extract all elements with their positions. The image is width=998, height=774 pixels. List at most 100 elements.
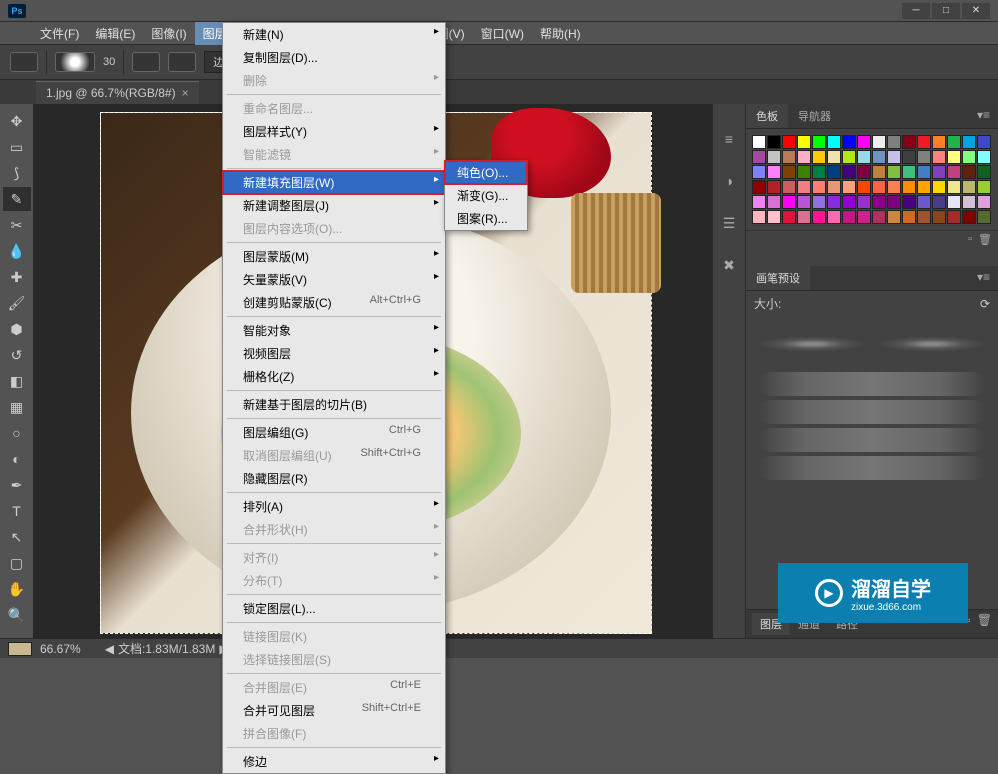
color-swatch[interactable] xyxy=(947,195,961,209)
color-swatch[interactable] xyxy=(947,180,961,194)
color-swatch[interactable] xyxy=(977,195,991,209)
menu-item[interactable]: 图层样式(Y) xyxy=(223,120,445,143)
color-swatch[interactable] xyxy=(767,210,781,224)
minimize-button[interactable]: ─ xyxy=(902,3,930,19)
menu-item[interactable]: 帮助(H) xyxy=(532,22,589,45)
color-swatch[interactable] xyxy=(962,165,976,179)
color-swatch[interactable] xyxy=(782,180,796,194)
submenu-item[interactable]: 渐变(G)... xyxy=(445,184,527,207)
menu-item[interactable]: 图像(I) xyxy=(143,22,194,45)
color-swatch[interactable] xyxy=(977,135,991,149)
color-swatch[interactable] xyxy=(812,210,826,224)
color-swatch[interactable] xyxy=(782,165,796,179)
color-swatch[interactable] xyxy=(842,165,856,179)
color-swatch[interactable] xyxy=(752,135,766,149)
color-swatch[interactable] xyxy=(842,180,856,194)
color-swatch[interactable] xyxy=(962,135,976,149)
color-swatch[interactable] xyxy=(962,150,976,164)
menu-item[interactable]: 修边 xyxy=(223,750,445,773)
menu-item[interactable]: 窗口(W) xyxy=(473,22,532,45)
color-swatch[interactable] xyxy=(887,180,901,194)
color-swatch[interactable] xyxy=(797,195,811,209)
color-swatch[interactable] xyxy=(962,195,976,209)
menu-item[interactable]: 新建基于图层的切片(B) xyxy=(223,393,445,416)
color-swatch[interactable] xyxy=(917,180,931,194)
history-brush-tool[interactable]: ↺ xyxy=(3,343,31,367)
color-swatch[interactable] xyxy=(902,180,916,194)
brush-preview[interactable] xyxy=(878,328,986,360)
menu-item[interactable]: 新建填充图层(W) xyxy=(223,171,445,194)
hand-tool[interactable]: ✋ xyxy=(3,577,31,601)
color-swatch[interactable] xyxy=(842,195,856,209)
zoom-tool[interactable]: 🔍 xyxy=(3,603,31,627)
color-swatch[interactable] xyxy=(932,180,946,194)
color-swatch[interactable] xyxy=(962,210,976,224)
color-swatch[interactable] xyxy=(752,165,766,179)
submenu-item[interactable]: 图案(R)... xyxy=(445,207,527,230)
gradient-tool[interactable]: ▦ xyxy=(3,395,31,419)
color-swatch[interactable] xyxy=(947,150,961,164)
color-swatch[interactable] xyxy=(932,195,946,209)
color-swatch[interactable] xyxy=(767,180,781,194)
menu-item[interactable]: 新建(N) xyxy=(223,23,445,46)
color-swatch[interactable] xyxy=(872,210,886,224)
path-tool[interactable]: ↖ xyxy=(3,525,31,549)
brush-list[interactable] xyxy=(746,316,998,488)
color-swatch[interactable] xyxy=(887,210,901,224)
navigator-tab[interactable]: 导航器 xyxy=(788,104,841,128)
color-swatch[interactable] xyxy=(797,135,811,149)
color-swatch[interactable] xyxy=(872,195,886,209)
color-swatch[interactable] xyxy=(872,180,886,194)
panel-menu-icon[interactable]: ▾≡ xyxy=(969,104,998,128)
menu-item[interactable]: 隐藏图层(R) xyxy=(223,467,445,490)
color-swatch[interactable] xyxy=(827,210,841,224)
color-swatch[interactable] xyxy=(842,210,856,224)
color-swatch[interactable] xyxy=(887,150,901,164)
tab-close-icon[interactable]: × xyxy=(182,86,189,100)
color-swatch[interactable] xyxy=(797,165,811,179)
color-swatch[interactable] xyxy=(917,195,931,209)
menu-item[interactable]: 栅格化(Z) xyxy=(223,365,445,388)
eraser-tool[interactable]: ◧ xyxy=(3,369,31,393)
delete-swatch-icon[interactable]: 🗑 xyxy=(978,233,992,246)
color-swatch[interactable] xyxy=(932,165,946,179)
color-swatch[interactable] xyxy=(932,210,946,224)
document-info[interactable]: 文档:1.83M/1.83M xyxy=(118,640,215,657)
color-swatch[interactable] xyxy=(767,165,781,179)
brush-stroke-preview[interactable] xyxy=(758,456,986,480)
color-swatch[interactable] xyxy=(827,180,841,194)
brush-tool[interactable]: 🖌 xyxy=(3,291,31,315)
color-swatch[interactable] xyxy=(752,195,766,209)
new-swatch-icon[interactable]: ▫ xyxy=(968,233,972,246)
color-swatch[interactable] xyxy=(917,165,931,179)
color-swatch[interactable] xyxy=(842,150,856,164)
color-swatch[interactable] xyxy=(857,165,871,179)
color-swatch[interactable] xyxy=(902,135,916,149)
delete-layer-icon[interactable]: 🗑 xyxy=(977,613,992,635)
color-swatch[interactable] xyxy=(977,165,991,179)
menu-item[interactable]: 创建剪贴蒙版(C)Alt+Ctrl+G xyxy=(223,291,445,314)
menu-item[interactable]: 视频图层 xyxy=(223,342,445,365)
submenu-item[interactable]: 纯色(O)... xyxy=(445,161,527,184)
menu-item[interactable]: 智能对象 xyxy=(223,319,445,342)
color-swatch[interactable] xyxy=(827,195,841,209)
color-swatch[interactable] xyxy=(902,165,916,179)
color-swatch[interactable] xyxy=(902,210,916,224)
adjustments-icon[interactable]: ◑ xyxy=(715,168,743,194)
color-swatch[interactable] xyxy=(932,150,946,164)
color-swatch[interactable] xyxy=(797,150,811,164)
maximize-button[interactable]: □ xyxy=(932,3,960,19)
color-swatch[interactable] xyxy=(872,150,886,164)
color-swatch[interactable] xyxy=(917,150,931,164)
color-swatch[interactable] xyxy=(782,135,796,149)
color-swatch[interactable] xyxy=(752,210,766,224)
color-swatch[interactable] xyxy=(767,135,781,149)
color-swatch[interactable] xyxy=(917,210,931,224)
color-swatch[interactable] xyxy=(752,150,766,164)
color-swatch[interactable] xyxy=(857,195,871,209)
menu-item[interactable]: 排列(A) xyxy=(223,495,445,518)
color-swatch[interactable] xyxy=(827,165,841,179)
color-swatch[interactable] xyxy=(767,195,781,209)
color-swatch[interactable] xyxy=(887,195,901,209)
zoom-level[interactable]: 66.67% xyxy=(40,642,81,656)
